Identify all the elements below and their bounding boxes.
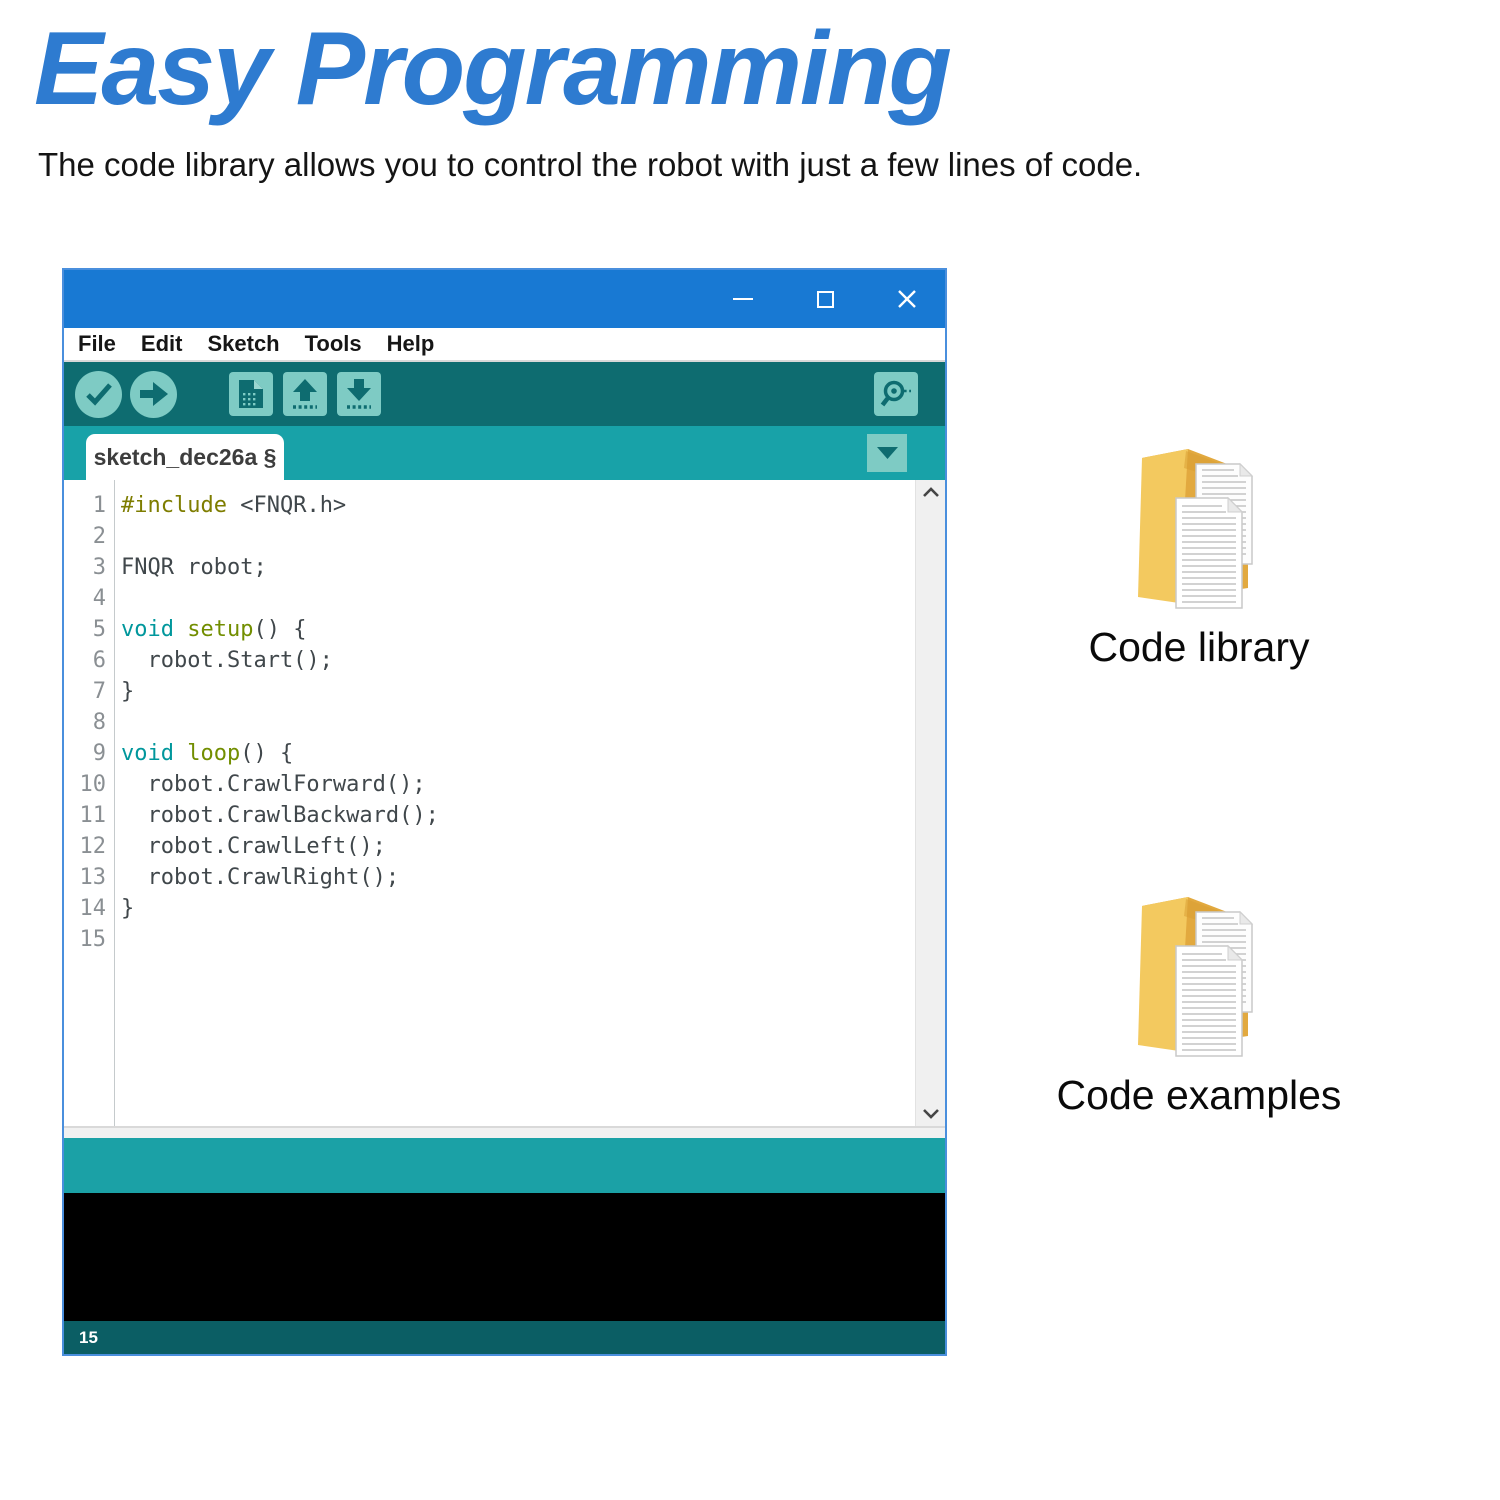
serial-monitor-icon bbox=[880, 380, 911, 407]
code-line: 5 void setup() { bbox=[64, 614, 915, 645]
menubar: File Edit Sketch Tools Help bbox=[64, 328, 945, 362]
scroll-up-icon[interactable] bbox=[922, 487, 940, 498]
menu-file[interactable]: File bbox=[78, 331, 116, 357]
line-number: 12 bbox=[79, 834, 107, 859]
line-number: 8 bbox=[92, 710, 106, 735]
verify-button[interactable] bbox=[75, 370, 122, 418]
code-line: 14 } bbox=[64, 893, 915, 924]
code-line: 6 robot.Start(); bbox=[64, 645, 915, 676]
console-output bbox=[64, 1193, 945, 1321]
line-number: 9 bbox=[92, 741, 106, 766]
code-line: 1 #include <FNQR.h> bbox=[64, 490, 915, 521]
tabbar: sketch_dec26a § bbox=[64, 426, 945, 480]
close-button[interactable] bbox=[895, 287, 919, 311]
code-text: robot.CrawlBackward(); bbox=[121, 803, 439, 828]
code-text: void loop() { bbox=[121, 741, 294, 766]
horizontal-scrollbar[interactable] bbox=[64, 1126, 945, 1138]
tab-dropdown-icon bbox=[876, 446, 898, 459]
open-button[interactable] bbox=[283, 372, 327, 416]
code-line: 12 robot.CrawlLeft(); bbox=[64, 831, 915, 862]
minimize-icon bbox=[733, 298, 753, 300]
folder-label: Code examples bbox=[1056, 1072, 1342, 1118]
maximize-button[interactable] bbox=[813, 287, 837, 311]
page-title: Easy Programming bbox=[34, 11, 952, 127]
menu-help[interactable]: Help bbox=[387, 331, 435, 357]
line-number: 10 bbox=[79, 772, 107, 797]
titlebar bbox=[64, 270, 945, 328]
code-text: #include <FNQR.h> bbox=[121, 493, 347, 518]
menu-tools[interactable]: Tools bbox=[305, 331, 362, 357]
menu-sketch[interactable]: Sketch bbox=[207, 331, 279, 357]
code-line: 3 FNQR robot; bbox=[64, 552, 915, 583]
code-line: 4 bbox=[64, 583, 915, 614]
page-subtitle: The code library allows you to control t… bbox=[38, 146, 1143, 183]
code-line: 2 bbox=[64, 521, 915, 552]
tab-dropdown-button[interactable] bbox=[867, 434, 907, 472]
code-editor[interactable]: 1 #include <FNQR.h> 2 3 FNQR robot; 4 5 … bbox=[64, 480, 915, 1126]
line-number: 2 bbox=[92, 524, 106, 549]
code-line: 8 bbox=[64, 707, 915, 738]
line-number: 1 bbox=[92, 493, 106, 518]
code-text: void setup() { bbox=[121, 617, 307, 642]
line-number: 7 bbox=[92, 679, 106, 704]
code-line: 9 void loop() { bbox=[64, 738, 915, 769]
line-number: 3 bbox=[92, 555, 106, 580]
code-text: robot.CrawlRight(); bbox=[121, 865, 400, 890]
line-number: 4 bbox=[92, 586, 106, 611]
line-number: 15 bbox=[79, 927, 107, 952]
save-icon bbox=[347, 378, 371, 409]
code-line: 15 bbox=[64, 924, 915, 955]
serial-monitor-button[interactable] bbox=[874, 372, 918, 416]
new-sketch-button[interactable] bbox=[229, 372, 273, 416]
folder-code-library[interactable]: Code library bbox=[1019, 442, 1379, 671]
window-controls bbox=[731, 270, 919, 328]
save-button[interactable] bbox=[337, 372, 381, 416]
folder-documents-icon bbox=[1138, 897, 1254, 1057]
line-number: 11 bbox=[79, 803, 107, 828]
maximize-icon bbox=[816, 290, 834, 308]
new-sketch-icon bbox=[239, 380, 263, 408]
upload-button[interactable] bbox=[130, 370, 177, 418]
minimize-button[interactable] bbox=[731, 287, 755, 311]
folder-label: Code library bbox=[1088, 624, 1310, 670]
tab-sketch[interactable]: sketch_dec26a § bbox=[86, 434, 284, 480]
code-line: 13 robot.CrawlRight(); bbox=[64, 862, 915, 893]
close-icon bbox=[898, 290, 916, 308]
code-text: robot.CrawlLeft(); bbox=[121, 834, 386, 859]
line-number: 5 bbox=[92, 617, 106, 642]
verify-icon bbox=[85, 383, 112, 406]
footer-bar: 15 bbox=[64, 1321, 945, 1354]
arduino-ide-window: File Edit Sketch Tools Help sketch_dec26… bbox=[62, 268, 947, 1356]
line-number: 14 bbox=[79, 896, 107, 921]
code-text: } bbox=[121, 896, 135, 921]
scroll-down-icon[interactable] bbox=[922, 1108, 940, 1119]
code-line: 10 robot.CrawlForward(); bbox=[64, 769, 915, 800]
line-indicator: 15 bbox=[79, 1327, 98, 1347]
line-number: 6 bbox=[92, 648, 106, 673]
code-text: robot.CrawlForward(); bbox=[121, 772, 426, 797]
code-line: 11 robot.CrawlBackward(); bbox=[64, 800, 915, 831]
editor: 1 #include <FNQR.h> 2 3 FNQR robot; 4 5 … bbox=[64, 480, 945, 1126]
code-text: } bbox=[121, 679, 135, 704]
folder-documents-icon bbox=[1138, 449, 1254, 609]
code-line: 7 } bbox=[64, 676, 915, 707]
line-number: 13 bbox=[79, 865, 107, 890]
toolbar bbox=[64, 362, 945, 426]
upload-icon bbox=[139, 382, 168, 406]
code-text: FNQR robot; bbox=[121, 555, 267, 580]
status-bar bbox=[64, 1138, 945, 1193]
folder-code-examples[interactable]: Code examples bbox=[1019, 890, 1379, 1119]
vertical-scrollbar[interactable] bbox=[915, 480, 945, 1126]
code-text: robot.Start(); bbox=[121, 648, 333, 673]
page: Easy Programming The code library allows… bbox=[0, 0, 1500, 1500]
menu-edit[interactable]: Edit bbox=[141, 331, 183, 357]
open-icon bbox=[293, 378, 317, 409]
